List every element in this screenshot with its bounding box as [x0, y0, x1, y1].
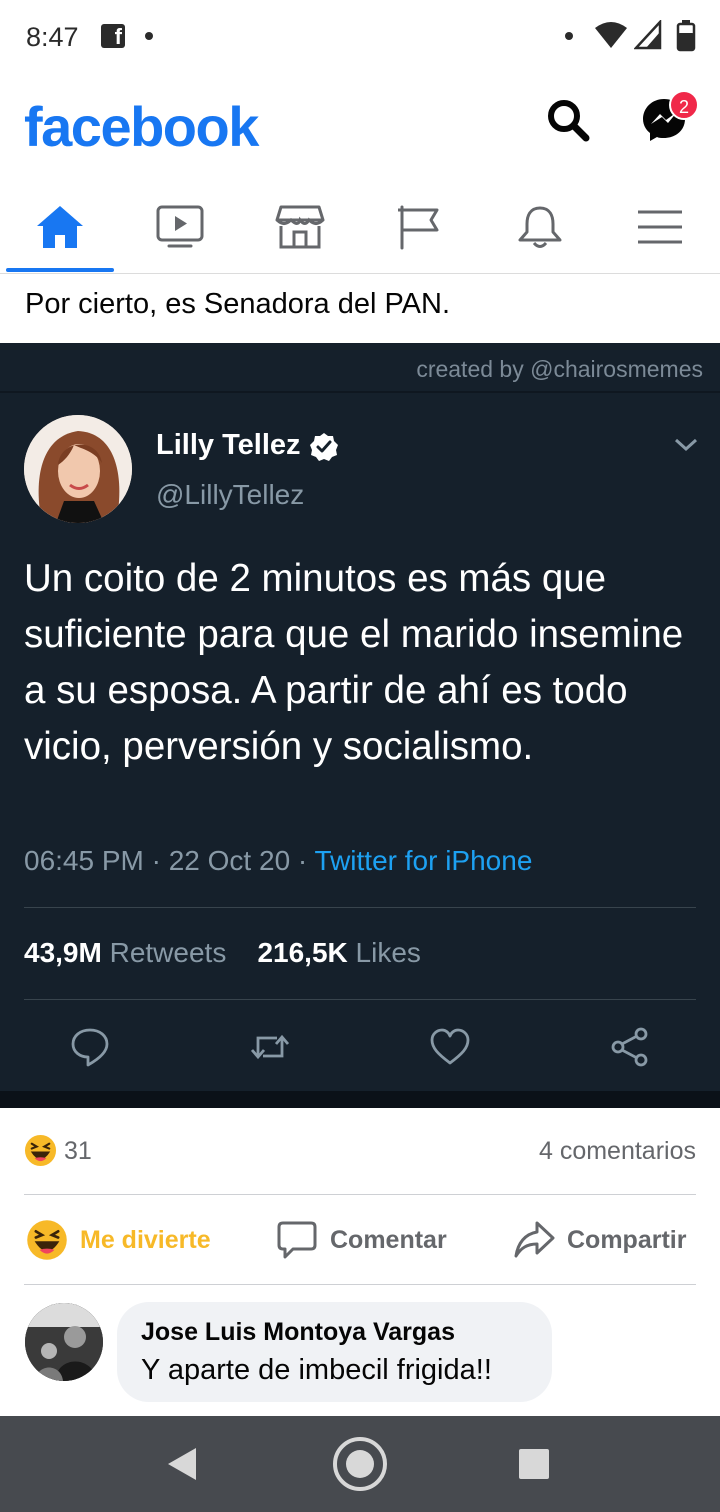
tweet-author-avatar: [24, 415, 132, 523]
reactions-summary: 31 4 comentarios: [0, 1108, 720, 1194]
tab-pages[interactable]: [360, 182, 480, 272]
tweet-meta: 06:45 PM · 22 Oct 20 · Twitter for iPhon…: [24, 845, 532, 877]
credit-divider: [0, 391, 720, 393]
facebook-logo[interactable]: facebook: [24, 94, 259, 159]
tweet-source: Twitter for iPhone: [314, 845, 533, 876]
tweet-stats: 43,9M Retweets 216,5K Likes: [24, 937, 421, 969]
tweet-credit: created by @chairosmemes: [416, 356, 703, 382]
retweet-icon: [250, 1034, 290, 1060]
notification-dot-icon: [145, 32, 153, 40]
divider: [24, 1194, 696, 1195]
like-heart-icon: [430, 1028, 470, 1065]
back-icon[interactable]: [166, 1446, 198, 1482]
likes-label: Likes: [355, 937, 421, 968]
tweet-divider: [24, 999, 696, 1000]
divider: [24, 1284, 696, 1285]
comment-icon: [277, 1221, 317, 1259]
tweet-divider: [24, 907, 696, 908]
retweets-count: 43,9M: [24, 937, 102, 968]
haha-emoji-icon: [27, 1220, 67, 1260]
reaction-count[interactable]: 31: [64, 1137, 92, 1166]
reply-icon: [71, 1028, 109, 1067]
home-icon: [37, 206, 83, 248]
comment-button-label: Comentar: [330, 1225, 447, 1254]
react-button-label: Me divierte: [80, 1225, 211, 1254]
share-arrow-icon: [514, 1221, 555, 1258]
react-button[interactable]: Me divierte: [26, 1196, 211, 1284]
bell-icon: [518, 206, 562, 248]
facebook-notification-icon: f: [101, 24, 125, 48]
tab-menu[interactable]: [600, 182, 720, 272]
tweet-bottom-edge: [0, 1091, 720, 1108]
comment-button[interactable]: Comentar: [276, 1196, 447, 1284]
search-button[interactable]: [544, 96, 592, 144]
messenger-badge: 2: [669, 90, 699, 120]
likes-count: 216,5K: [257, 937, 348, 968]
haha-emoji-icon[interactable]: [24, 1134, 57, 1167]
tweet-image[interactable]: created by @chairosmemes Lilly Tellez @L…: [0, 343, 720, 1108]
status-dot-icon: [565, 32, 573, 40]
tab-watch[interactable]: [120, 182, 240, 272]
shop-icon: [275, 205, 325, 249]
tweet-author-name: Lilly Tellez: [156, 429, 301, 461]
post-action-bar: Me divierte Comentar Compartir: [0, 1196, 720, 1284]
hamburger-icon: [638, 210, 682, 244]
post-caption: Por cierto, es Senadora del PAN.: [25, 288, 451, 320]
retweets-label: Retweets: [109, 937, 227, 968]
wifi-icon: [595, 22, 627, 48]
battery-icon: [676, 20, 696, 52]
tab-notifications[interactable]: [480, 182, 600, 272]
comment-bubble[interactable]: Jose Luis Montoya Vargas Y aparte de imb…: [117, 1302, 552, 1402]
commenter-photo: [25, 1303, 103, 1381]
recents-icon[interactable]: [518, 1448, 550, 1480]
app-header: facebook: [0, 72, 720, 182]
status-bar: 8:47 f: [0, 0, 720, 72]
tweet-author-handle: @LillyTellez: [156, 479, 305, 510]
home-circle-icon[interactable]: [332, 1436, 388, 1492]
cell-signal-icon: [634, 20, 662, 50]
tweet-timestamp: 06:45 PM · 22 Oct 20 ·: [24, 845, 315, 876]
flag-icon: [398, 205, 439, 250]
video-icon: [156, 205, 204, 248]
status-time: 8:47: [26, 22, 79, 52]
active-tab-indicator: [6, 268, 114, 272]
tab-marketplace[interactable]: [240, 182, 360, 272]
chevron-down-icon: [674, 438, 698, 452]
search-icon: [548, 100, 590, 142]
share-button[interactable]: Compartir: [513, 1196, 686, 1284]
commenter-avatar[interactable]: [25, 1303, 103, 1381]
verified-badge-icon: [310, 433, 338, 461]
comment-author[interactable]: Jose Luis Montoya Vargas: [141, 1318, 455, 1347]
share-button-label: Compartir: [567, 1225, 687, 1254]
share-icon: [611, 1027, 648, 1067]
tab-home[interactable]: [0, 182, 120, 272]
tweet-text: Un coito de 2 minutos es más que suficie…: [24, 557, 684, 768]
android-nav-bar: [0, 1416, 720, 1512]
comment-text: Y aparte de imbecil frigida!!: [141, 1354, 492, 1386]
comments-count[interactable]: 4 comentarios: [539, 1137, 696, 1166]
main-nav: [0, 182, 720, 274]
portrait-photo: [24, 415, 132, 523]
